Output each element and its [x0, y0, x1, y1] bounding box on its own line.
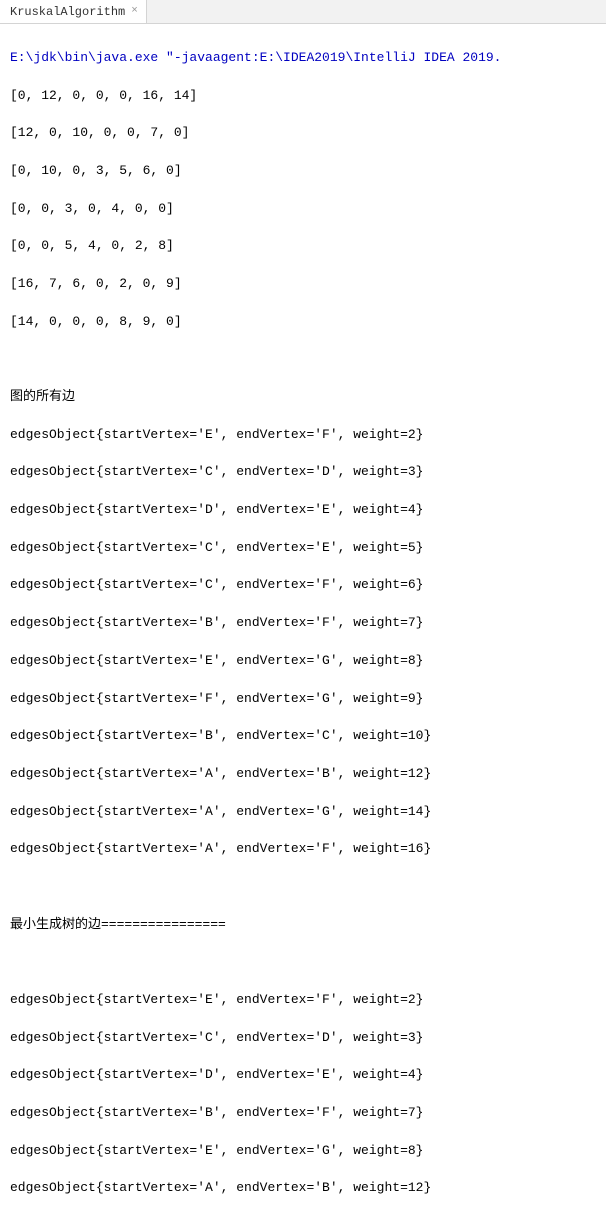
edge-row: edgesObject{startVertex='C', endVertex='… [10, 463, 596, 482]
matrix-row: [16, 7, 6, 0, 2, 0, 9] [10, 275, 596, 294]
edge-row: edgesObject{startVertex='B', endVertex='… [10, 614, 596, 633]
mst-edge-row: edgesObject{startVertex='E', endVertex='… [10, 991, 596, 1010]
tab-kruskal[interactable]: KruskalAlgorithm × [0, 0, 147, 23]
blank-line [10, 350, 596, 369]
edge-row: edgesObject{startVertex='A', endVertex='… [10, 840, 596, 859]
edge-row: edgesObject{startVertex='A', endVertex='… [10, 803, 596, 822]
close-icon[interactable]: × [131, 6, 138, 17]
blank-line [10, 878, 596, 897]
mst-header: 最小生成树的边================ [10, 916, 596, 935]
edge-row: edgesObject{startVertex='E', endVertex='… [10, 652, 596, 671]
console-output: E:\jdk\bin\java.exe "-javaagent:E:\IDEA2… [0, 24, 606, 1223]
mst-edge-row: edgesObject{startVertex='B', endVertex='… [10, 1104, 596, 1123]
mst-edge-row: edgesObject{startVertex='A', endVertex='… [10, 1179, 596, 1198]
matrix-row: [0, 10, 0, 3, 5, 6, 0] [10, 162, 596, 181]
edge-row: edgesObject{startVertex='B', endVertex='… [10, 727, 596, 746]
tab-bar: KruskalAlgorithm × [0, 0, 606, 24]
all-edges-header: 图的所有边 [10, 388, 596, 407]
mst-edge-row: edgesObject{startVertex='E', endVertex='… [10, 1142, 596, 1161]
command-line: E:\jdk\bin\java.exe "-javaagent:E:\IDEA2… [10, 49, 596, 68]
edge-row: edgesObject{startVertex='C', endVertex='… [10, 539, 596, 558]
matrix-row: [14, 0, 0, 0, 8, 9, 0] [10, 313, 596, 332]
edge-row: edgesObject{startVertex='D', endVertex='… [10, 501, 596, 520]
edge-row: edgesObject{startVertex='F', endVertex='… [10, 690, 596, 709]
matrix-row: [0, 0, 5, 4, 0, 2, 8] [10, 237, 596, 256]
mst-edge-row: edgesObject{startVertex='C', endVertex='… [10, 1029, 596, 1048]
matrix-row: [0, 12, 0, 0, 0, 16, 14] [10, 87, 596, 106]
matrix-row: [0, 0, 3, 0, 4, 0, 0] [10, 200, 596, 219]
blank-line [10, 953, 596, 972]
matrix-row: [12, 0, 10, 0, 0, 7, 0] [10, 124, 596, 143]
edge-row: edgesObject{startVertex='A', endVertex='… [10, 765, 596, 784]
edge-row: edgesObject{startVertex='C', endVertex='… [10, 576, 596, 595]
edge-row: edgesObject{startVertex='E', endVertex='… [10, 426, 596, 445]
mst-edge-row: edgesObject{startVertex='D', endVertex='… [10, 1066, 596, 1085]
tab-label: KruskalAlgorithm [10, 5, 125, 19]
